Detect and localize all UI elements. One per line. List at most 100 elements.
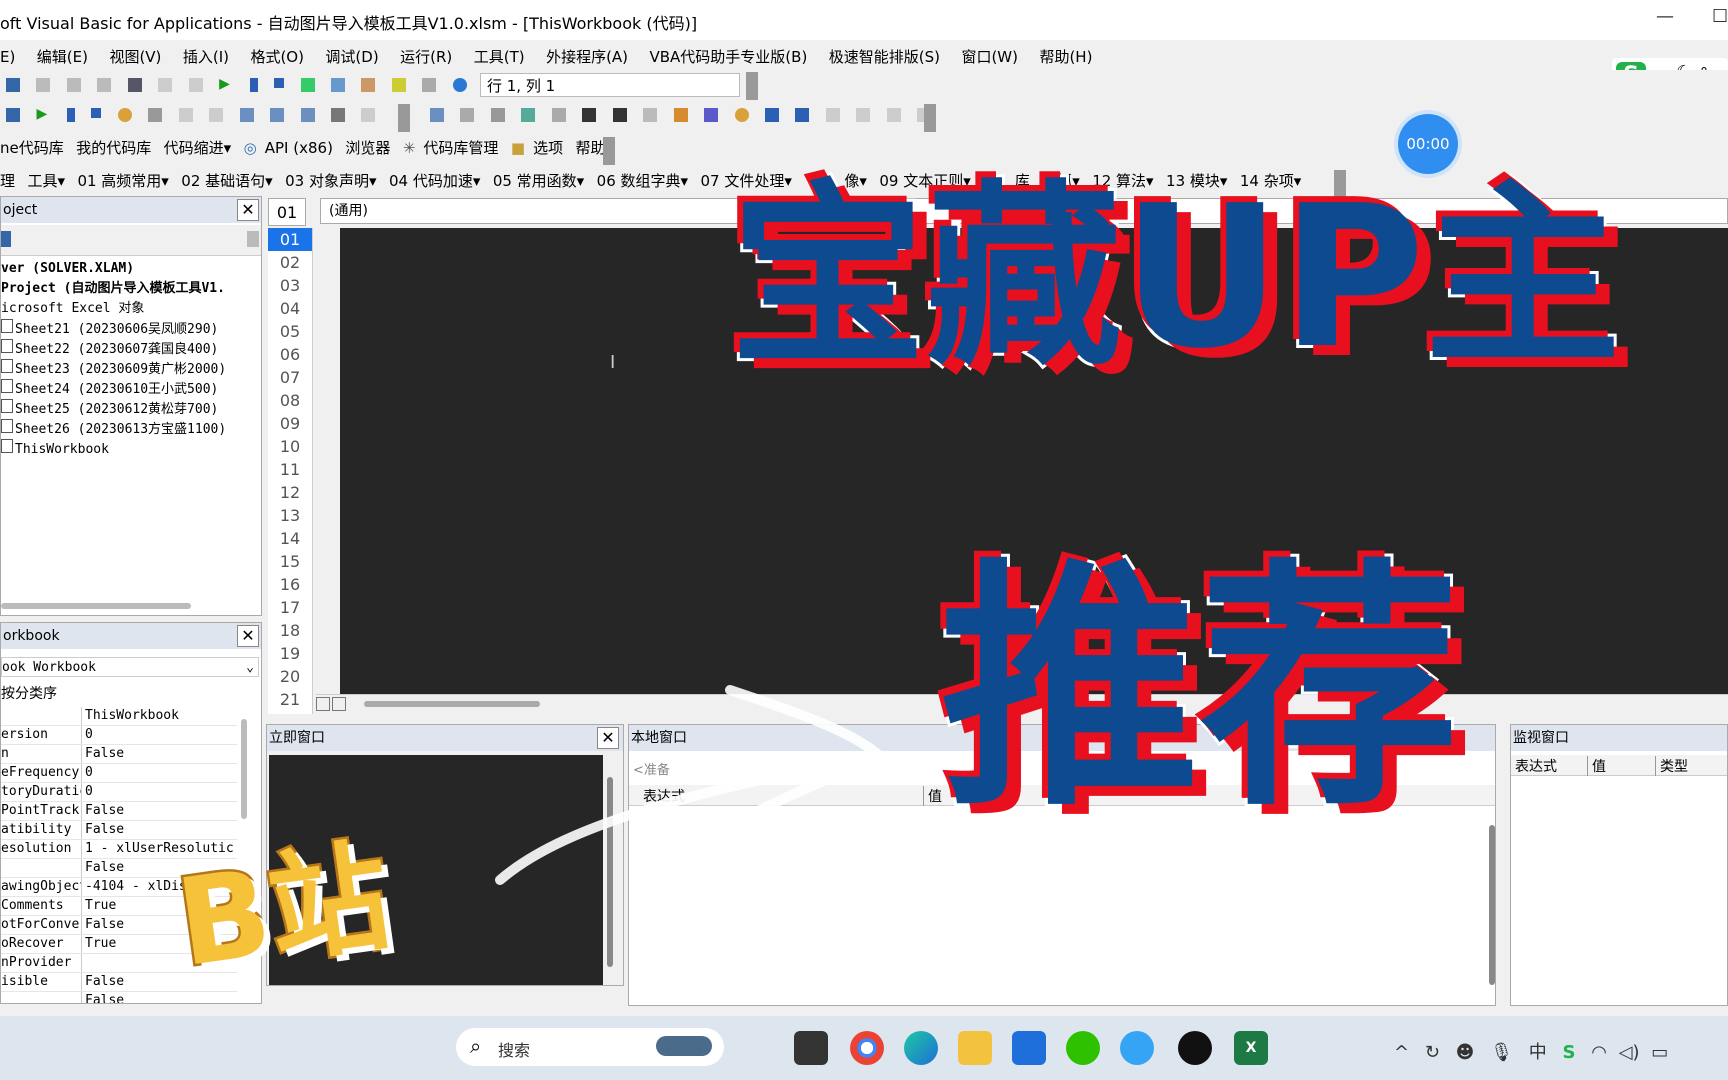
- qq-icon[interactable]: ☻: [1456, 1042, 1475, 1063]
- input-method-label[interactable]: 中: [1529, 1042, 1547, 1063]
- property-row[interactable]: ThisWorkbook: [1, 707, 237, 726]
- menu-debug[interactable]: 调试(D): [325, 48, 378, 66]
- clear-bookmarks-icon[interactable]: [795, 108, 810, 122]
- vba-app-icon[interactable]: [1178, 1031, 1212, 1065]
- menu-tools[interactable]: 工具(T): [474, 48, 525, 66]
- chat-icon[interactable]: [1120, 1031, 1154, 1065]
- menu-window[interactable]: 窗口(W): [961, 48, 1018, 66]
- sort-by-category-tab[interactable]: 按分类序: [1, 683, 57, 703]
- copy-icon[interactable]: [66, 78, 81, 92]
- property-row[interactable]: atibility False: [1, 821, 237, 840]
- menu-addins[interactable]: 外接程序(A): [546, 48, 628, 66]
- redo-icon[interactable]: [188, 78, 203, 92]
- step-out-icon[interactable]: [209, 108, 224, 122]
- tree-node-sheet26[interactable]: Sheet26 (20230613方宝盛1100): [1, 419, 261, 439]
- library-manager-button[interactable]: 代码库管理: [423, 139, 498, 157]
- toolbox-icon[interactable]: [422, 78, 437, 92]
- snippet-05[interactable]: 05 常用函数▾: [493, 172, 584, 190]
- bookmark-icon[interactable]: [643, 108, 658, 122]
- property-row[interactable]: False: [1, 992, 237, 1003]
- help-icon[interactable]: [452, 78, 467, 92]
- tree-node-sheet24[interactable]: Sheet24 (20230610王小武500): [1, 379, 261, 399]
- project-close-button[interactable]: ✕: [237, 199, 259, 221]
- tree-node-excel-objects[interactable]: icrosoft Excel 对象: [1, 299, 261, 319]
- watch-window-icon[interactable]: [300, 108, 315, 122]
- snippet-06[interactable]: 06 数组字典▾: [597, 172, 688, 190]
- pause-icon[interactable]: [249, 78, 258, 92]
- procedure-view-icon[interactable]: [316, 697, 330, 711]
- browser-button[interactable]: 浏览器: [345, 139, 390, 157]
- watch-col-type[interactable]: 类型: [1655, 756, 1688, 776]
- immediate-window-icon[interactable]: [270, 108, 285, 122]
- code-indent-menu[interactable]: 代码缩进▾: [164, 139, 232, 157]
- locals-vscrollbar[interactable]: [1489, 825, 1495, 985]
- menu-insert[interactable]: 插入(I): [183, 48, 229, 66]
- snippet-02[interactable]: 02 基础语句▾: [181, 172, 272, 190]
- save-icon[interactable]: [6, 78, 20, 92]
- find-icon[interactable]: [127, 78, 142, 92]
- watch-col-expression[interactable]: 表达式: [1515, 756, 1557, 776]
- my-code-library[interactable]: 我的代码库: [76, 139, 151, 157]
- call-stack-icon[interactable]: [361, 108, 376, 122]
- prev-bookmark-icon[interactable]: [704, 108, 719, 122]
- sogou-tray-icon[interactable]: S: [1562, 1042, 1575, 1063]
- menu-view[interactable]: 视图(V): [109, 48, 161, 66]
- properties-close-button[interactable]: ✕: [237, 625, 259, 647]
- stop-icon[interactable]: [274, 78, 285, 88]
- wifi-icon[interactable]: ◠: [1591, 1042, 1607, 1063]
- volume-icon[interactable]: ◁): [1619, 1042, 1640, 1063]
- design-mode-icon[interactable]: [300, 78, 315, 92]
- menu-format[interactable]: 格式(O): [250, 48, 304, 66]
- menu-file[interactable]: E): [0, 48, 15, 66]
- taskbar-search[interactable]: ⌕ 搜索: [456, 1028, 724, 1066]
- font-icon[interactable]: [551, 108, 566, 122]
- property-row[interactable]: ersion 0: [1, 726, 237, 745]
- toolbar3-overflow-icon[interactable]: [924, 104, 936, 132]
- chrome-icon[interactable]: [850, 1031, 884, 1065]
- uncomment-block-icon[interactable]: [521, 108, 536, 122]
- toggle-breakpoint-icon[interactable]: [117, 108, 132, 122]
- menu-vba-helper[interactable]: VBA代码助手专业版(B): [649, 48, 807, 66]
- snippet-01[interactable]: 01 高频常用▾: [77, 172, 168, 190]
- wechat-icon[interactable]: [1066, 1031, 1100, 1065]
- tree-node-thisworkbook[interactable]: ThisWorkbook: [1, 439, 261, 459]
- battery-icon[interactable]: ▭: [1651, 1042, 1668, 1063]
- cut-icon[interactable]: [36, 78, 51, 92]
- run-sub-icon[interactable]: ▶: [36, 106, 50, 122]
- comment-block-icon[interactable]: [490, 108, 505, 122]
- options-button[interactable]: 选项: [533, 139, 563, 157]
- object-browser-icon[interactable]: [391, 78, 406, 92]
- project-explorer-icon[interactable]: [330, 78, 345, 92]
- mic-icon[interactable]: 🎙: [1490, 1042, 1513, 1063]
- properties-vscrollbar[interactable]: [241, 719, 247, 819]
- sync-icon[interactable]: ↻: [1425, 1042, 1440, 1063]
- paste-icon[interactable]: [97, 78, 112, 92]
- api-x86-button[interactable]: API (x86): [265, 139, 333, 157]
- undo-icon[interactable]: [158, 78, 173, 92]
- tool-b-icon[interactable]: [856, 108, 871, 122]
- watch-col-value[interactable]: 值: [1587, 756, 1606, 776]
- tree-node-solver[interactable]: ver (SOLVER.XLAM): [1, 259, 261, 279]
- object-select[interactable]: ook Workbook ⌄: [1, 657, 259, 677]
- task-view-icon[interactable]: [794, 1031, 828, 1065]
- menu-run[interactable]: 运行(R): [400, 48, 452, 66]
- toolbar-overflow-icon[interactable]: [746, 72, 758, 100]
- run-icon[interactable]: ▶: [219, 76, 233, 92]
- tool-a-icon[interactable]: [825, 108, 840, 122]
- indent-icon[interactable]: [430, 108, 444, 122]
- toolbar2-overflow-icon[interactable]: [398, 104, 410, 132]
- tray-chevron-icon[interactable]: ^: [1394, 1042, 1409, 1063]
- snippet-tools[interactable]: 工具▾: [27, 172, 65, 190]
- reset-icon[interactable]: [91, 108, 102, 118]
- hand-icon[interactable]: [734, 108, 749, 122]
- align-left-icon[interactable]: [582, 108, 597, 122]
- online-code-library[interactable]: ne代码库: [0, 139, 64, 157]
- tree-node-sheet25[interactable]: Sheet25 (20230612黄松芽700): [1, 399, 261, 419]
- tree-node-sheet23[interactable]: Sheet23 (20230609黄广彬2000): [1, 359, 261, 379]
- next-bookmark-icon[interactable]: [673, 108, 688, 122]
- pane-scroll-icon[interactable]: [247, 231, 259, 247]
- project-hscrollbar[interactable]: [1, 603, 191, 609]
- tool-c-icon[interactable]: [886, 108, 901, 122]
- minimize-button[interactable]: —: [1656, 6, 1674, 27]
- outdent-icon[interactable]: [460, 108, 475, 122]
